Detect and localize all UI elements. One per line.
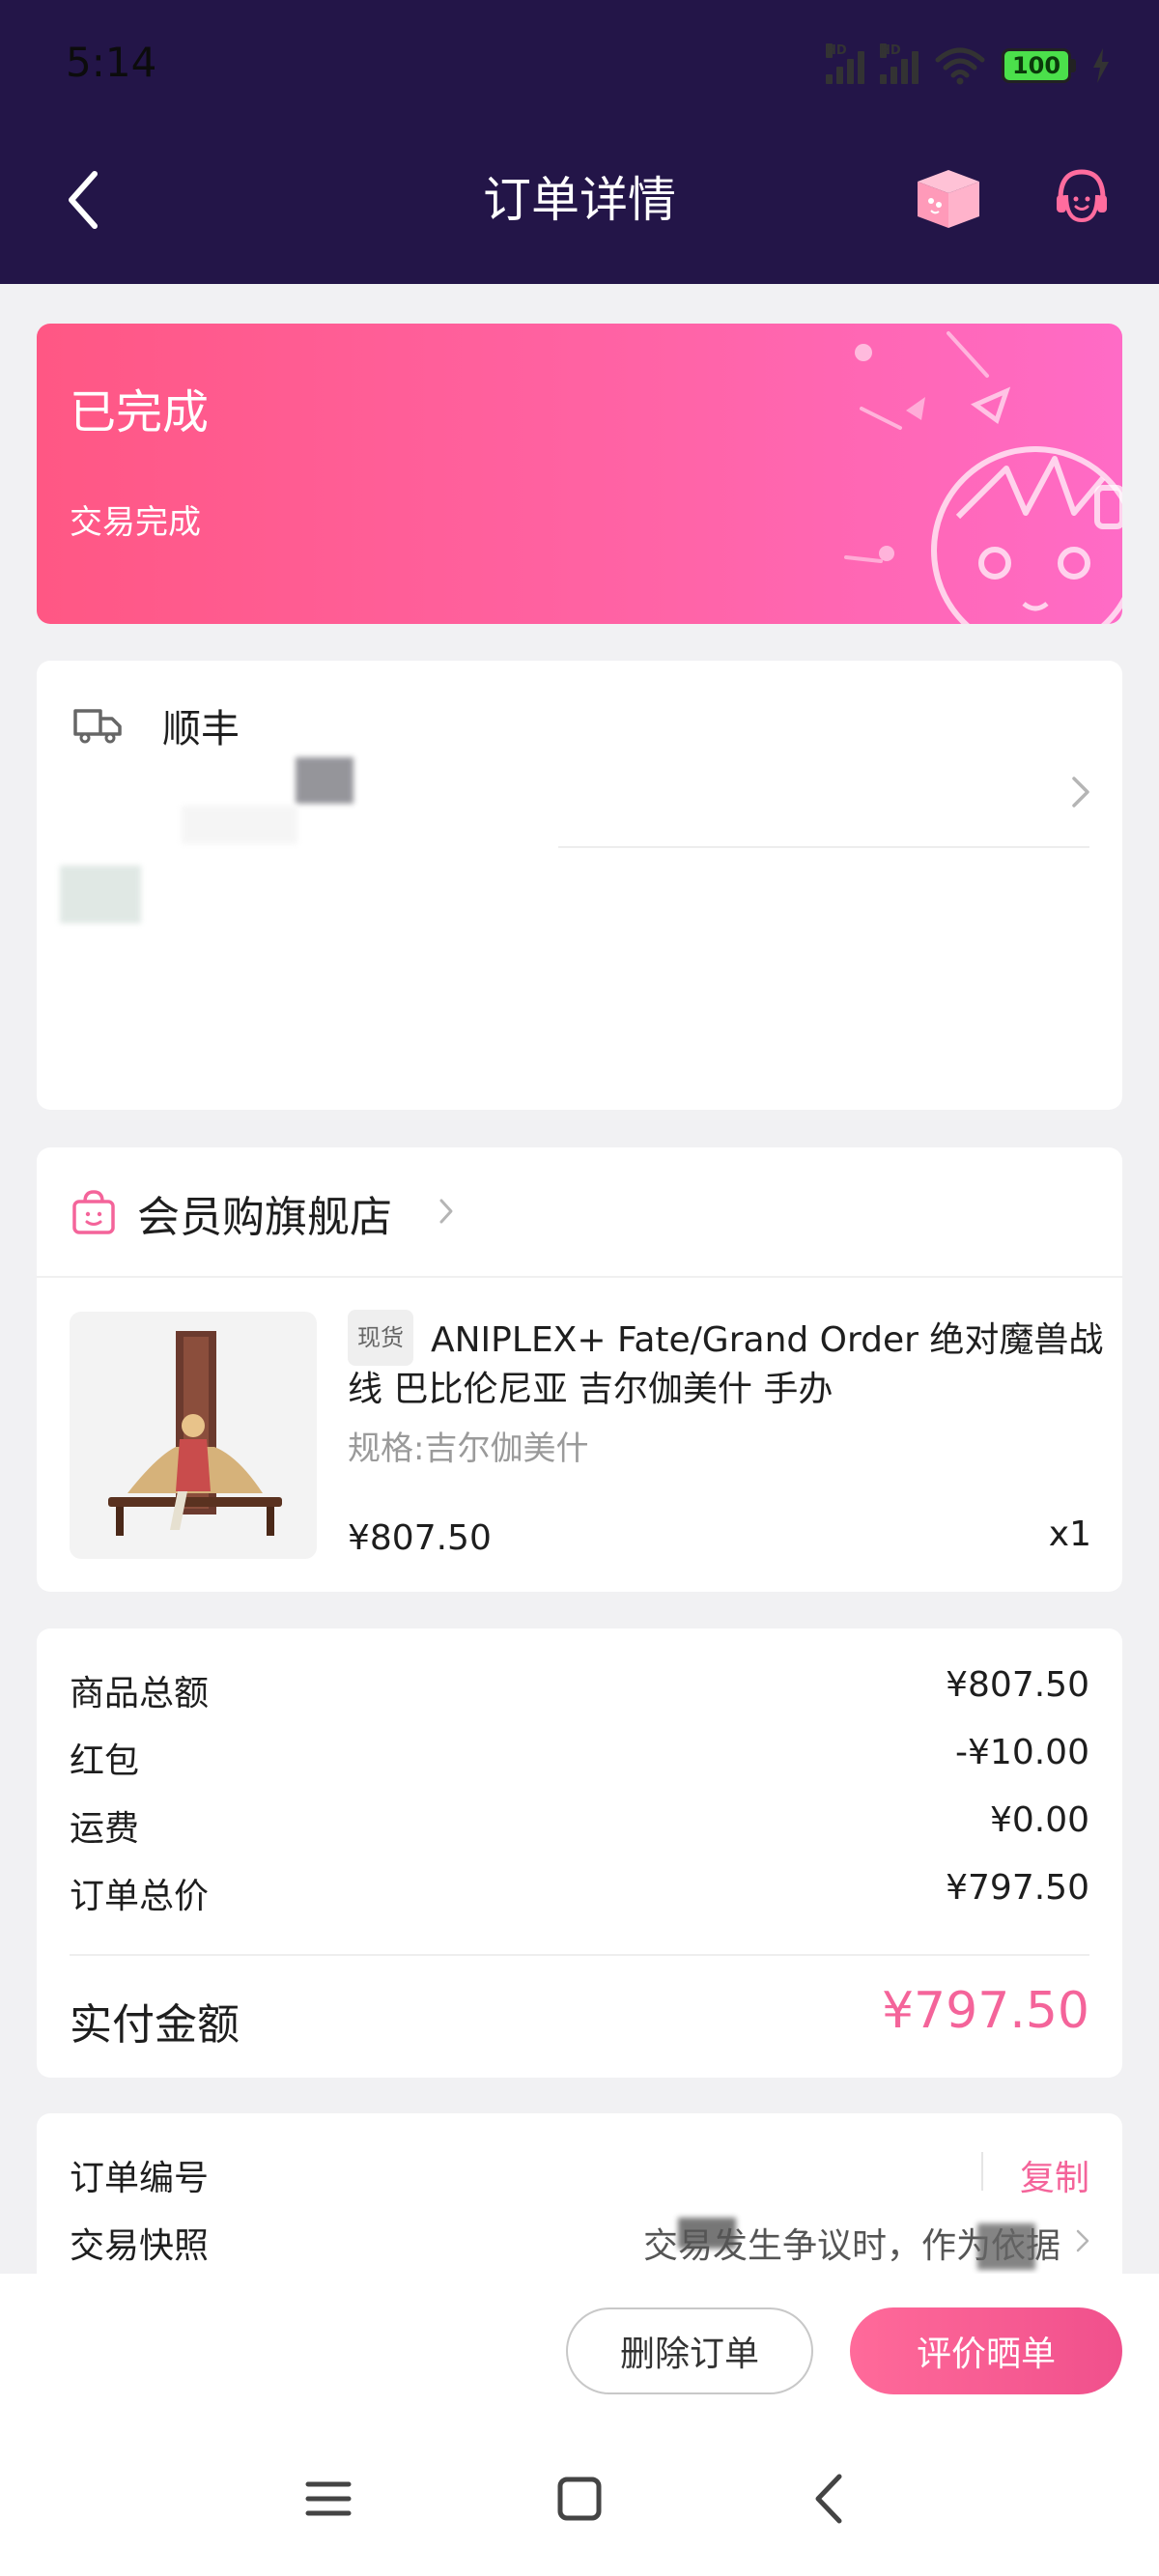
home-icon[interactable]: [546, 2465, 613, 2533]
chevron-right-icon[interactable]: [1070, 775, 1091, 809]
mascot-illustration: [844, 331, 1122, 624]
divider: [70, 1954, 1089, 1956]
product-spec: 规格:吉尔伽美什: [348, 1430, 589, 1468]
stock-badge: 现货: [348, 1310, 413, 1366]
menu-icon[interactable]: [295, 2465, 362, 2533]
page-title: 订单详情: [483, 172, 676, 228]
summary-row-subtotal: 商品总额 ¥807.50: [70, 1665, 1089, 1713]
copy-button[interactable]: 复制: [1020, 2150, 1089, 2200]
summary-label: 红包: [70, 1741, 140, 1781]
bottom-action-bar: 删除订单 评价晒单: [0, 2274, 1159, 2426]
summary-row-shipping: 运费 ¥0.00: [70, 1800, 1089, 1849]
paid-amount-label: 实付金额: [70, 2000, 240, 2050]
product-title-text: ANIPLEX+ Fate/Grand Order 绝对魔兽战线 巴比伦尼亚 吉…: [348, 1320, 1104, 1409]
summary-row-red-packet: 红包 -¥10.00: [70, 1733, 1089, 1781]
summary-value: -¥10.00: [955, 1733, 1089, 1772]
shipping-card[interactable]: 顺丰: [37, 661, 1122, 1110]
summary-value: ¥797.50: [946, 1868, 1089, 1908]
summary-label: 订单总价: [70, 1877, 210, 1916]
figure-image: [108, 1331, 282, 1536]
order-info-card: 订单编号 复制 交易快照 交易发生争议时，作为依据: [37, 2113, 1122, 2287]
product-card: 会员购旗舰店 现货 ANIPLEX+ Fate/Grand Order 绝对魔兽战…: [37, 1147, 1122, 1592]
summary-label: 商品总额: [70, 1674, 210, 1713]
summary-row-order-total: 订单总价 ¥797.50: [70, 1868, 1089, 1916]
status-bar: 5:14 HD HD 100: [0, 0, 1159, 135]
paid-amount-value: ¥797.50: [881, 1982, 1089, 2040]
divider: [558, 846, 1089, 848]
redacted-region: [678, 2218, 736, 2249]
status-icons: HD HD 100: [826, 43, 1111, 87]
status-time: 5:14: [66, 39, 157, 86]
summary-value: ¥0.00: [989, 1800, 1089, 1840]
carrier-name: 顺丰: [162, 707, 240, 751]
redacted-region: [60, 865, 141, 923]
snapshot-label: 交易快照: [70, 2226, 210, 2266]
shopping-bag-icon: [72, 1190, 115, 1234]
product-image[interactable]: [70, 1312, 317, 1559]
divider: [981, 2152, 983, 2191]
order-status-banner: 已完成 交易完成: [37, 324, 1122, 624]
delete-order-button[interactable]: 删除订单: [566, 2307, 813, 2394]
order-number-row: 订单编号 复制: [70, 2150, 1089, 2198]
review-order-button[interactable]: 评价晒单: [850, 2307, 1122, 2394]
chevron-right-icon: [439, 1199, 453, 1224]
product-title[interactable]: 现货 ANIPLEX+ Fate/Grand Order 绝对魔兽战线 巴比伦尼亚…: [348, 1310, 1120, 1414]
store-link[interactable]: 会员购旗舰店: [37, 1147, 1122, 1278]
truck-icon: [73, 709, 122, 744]
redacted-region: [182, 806, 297, 844]
summary-label: 运费: [70, 1809, 140, 1849]
battery-icon: 100: [1002, 48, 1076, 83]
summary-value: ¥807.50: [946, 1665, 1089, 1705]
back-nav-icon[interactable]: [797, 2465, 864, 2533]
chevron-right-icon: [1076, 2229, 1089, 2252]
store-name: 会员购旗舰店: [137, 1193, 392, 1242]
redacted-region: [296, 757, 353, 804]
system-nav-bar: [0, 2426, 1159, 2576]
signal-icon: HD: [880, 43, 919, 84]
price-summary-card: 商品总额 ¥807.50 红包 -¥10.00 运费 ¥0.00 订单总价 ¥7…: [37, 1628, 1122, 2078]
product-price: ¥807.50: [348, 1518, 492, 1558]
redacted-region: [977, 2223, 1035, 2270]
signal-icon: HD: [826, 43, 864, 84]
snapshot-row[interactable]: 交易快照 交易发生争议时，作为依据: [70, 2218, 1089, 2270]
order-status-title: 已完成: [70, 385, 210, 439]
order-number-label: 订单编号: [70, 2159, 210, 2198]
order-status-subtitle: 交易完成: [70, 503, 201, 542]
wifi-icon: [935, 47, 985, 85]
charging-icon: [1093, 48, 1109, 83]
product-quantity: x1: [1048, 1514, 1091, 1554]
app-header: 5:14 HD HD 100 订单详情: [0, 0, 1159, 284]
customer-service-icon[interactable]: [1053, 166, 1111, 228]
gift-box-icon[interactable]: [912, 164, 983, 232]
